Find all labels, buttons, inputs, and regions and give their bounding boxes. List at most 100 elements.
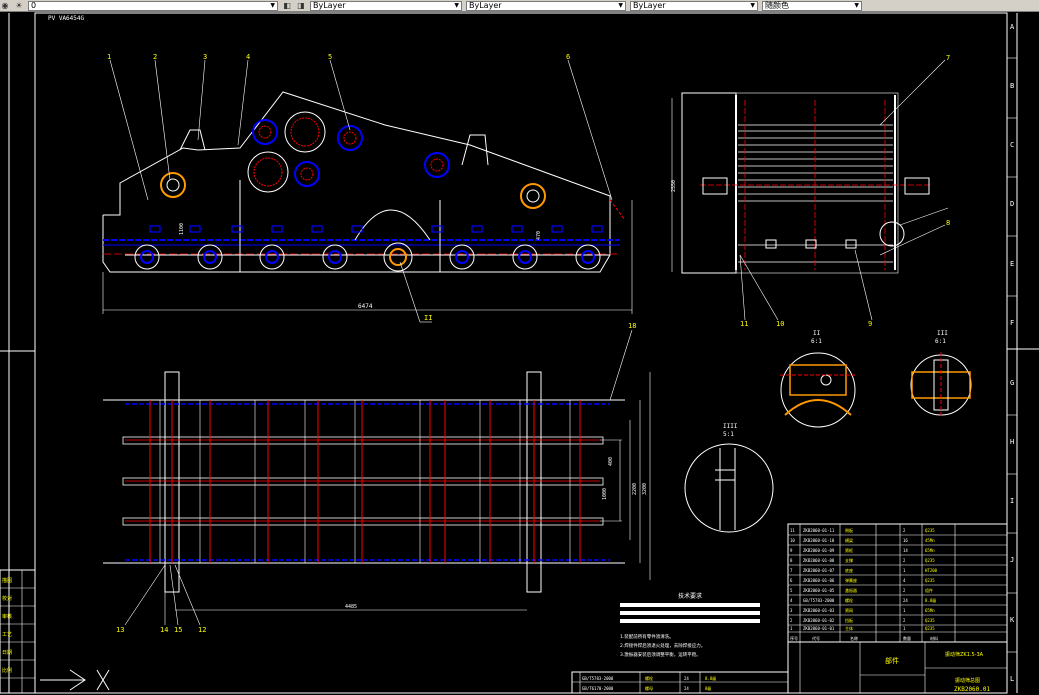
svg-text:2: 2	[903, 558, 906, 563]
svg-text:4: 4	[246, 53, 250, 61]
svg-text:6:1: 6:1	[811, 338, 822, 345]
svg-text:2: 2	[903, 618, 906, 623]
layer-dropdown[interactable]: 0 ▼	[28, 0, 278, 11]
svg-text:8: 8	[790, 558, 793, 563]
svg-text:侧板: 侧板	[845, 527, 853, 533]
svg-text:8.8级: 8.8级	[705, 675, 716, 681]
drawing-canvas[interactable]: PV VA6454G A B C D E F G H I J K L 1 2 3…	[0, 12, 1039, 695]
layer-match-icon[interactable]: ◨	[296, 1, 306, 10]
svg-text:技术要求: 技术要求	[678, 592, 702, 600]
svg-text:H: H	[1010, 438, 1014, 446]
svg-text:14: 14	[903, 548, 908, 553]
svg-text:ZKB2060-01-07: ZKB2060-01-07	[803, 568, 835, 573]
svg-text:ZKB2060-01-02: ZKB2060-01-02	[803, 618, 835, 623]
svg-text:1000: 1000	[602, 488, 608, 500]
svg-text:65Mn: 65Mn	[925, 608, 935, 613]
svg-text:名称: 名称	[850, 635, 858, 641]
svg-text:18: 18	[628, 322, 636, 330]
svg-text:审核: 审核	[2, 613, 12, 620]
svg-text:9: 9	[868, 320, 872, 328]
svg-text:II: II	[813, 330, 821, 337]
svg-text:14: 14	[160, 626, 168, 634]
lineweight-value: ByLayer	[633, 1, 666, 10]
color-dropdown[interactable]: ByLayer ▼	[310, 0, 462, 11]
svg-text:6: 6	[566, 53, 570, 61]
linetype-dropdown[interactable]: ByLayer ▼	[466, 0, 626, 11]
svg-text:45Mn: 45Mn	[925, 538, 935, 543]
svg-text:6: 6	[790, 578, 793, 583]
end-view: 7 8 9 10 11 2550	[671, 54, 950, 328]
svg-text:振动筛总图: 振动筛总图	[955, 677, 980, 684]
svg-text:螺母: 螺母	[645, 685, 653, 691]
bom-table: 11 ZKB2060-01-11 侧板 2 Q235 10 ZKB2060-01-10 横梁…	[787, 523, 1008, 643]
svg-text:HT200: HT200	[925, 568, 938, 573]
svg-text:C: C	[1010, 141, 1014, 149]
svg-text:3.激振器安装后须调整平衡，运转平稳。: 3.激振器安装后须调整平衡，运转平稳。	[620, 651, 701, 658]
dim-length: 6474	[358, 303, 373, 310]
svg-text:L: L	[1010, 675, 1014, 683]
svg-text:ZKB2060-01-08: ZKB2060-01-08	[803, 558, 835, 563]
chevron-down-icon[interactable]: ▼	[618, 2, 623, 9]
svg-text:Q235: Q235	[925, 528, 935, 533]
svg-text:ZKB2060-01-03: ZKB2060-01-03	[803, 608, 835, 613]
svg-text:描图: 描图	[2, 577, 12, 584]
svg-text:7: 7	[790, 568, 793, 573]
detail-views	[684, 352, 972, 533]
title-main: 部件	[885, 656, 899, 665]
svg-text:B: B	[1010, 82, 1014, 90]
svg-text:65Mn: 65Mn	[925, 548, 935, 553]
svg-text:Q235: Q235	[925, 578, 935, 583]
chevron-down-icon[interactable]: ▼	[854, 2, 859, 9]
plotstyle-dropdown[interactable]: 随颜色 ▼	[762, 0, 862, 11]
svg-text:2.焊接件焊后须退火处理，去除焊接应力。: 2.焊接件焊后须退火处理，去除焊接应力。	[620, 642, 705, 649]
svg-text:螺栓: 螺栓	[645, 675, 653, 681]
svg-text:校对: 校对	[2, 595, 12, 602]
svg-text:ZKB2060-01-11: ZKB2060-01-11	[803, 528, 835, 533]
svg-text:5: 5	[790, 588, 793, 593]
svg-text:ZKB2060-01-01: ZKB2060-01-01	[803, 626, 835, 631]
svg-text:15: 15	[174, 626, 182, 634]
layer-previous-icon[interactable]: ◧	[282, 1, 292, 10]
tech-requirements: 技术要求 1.装配前所有零件须清洗。 2.焊接件焊后须退火处理，去除焊接应力。 …	[620, 592, 760, 658]
svg-text:2550: 2550	[671, 180, 677, 192]
svg-text:E: E	[1010, 260, 1014, 268]
plan-view: 4485 400 1000 2200 3200 18 13 14 15 12	[103, 322, 651, 634]
svg-text:8级: 8级	[705, 685, 711, 691]
chevron-down-icon[interactable]: ▼	[750, 2, 755, 9]
svg-text:比例: 比例	[2, 667, 12, 674]
chevron-down-icon[interactable]: ▼	[454, 2, 459, 9]
svg-text:8.8级: 8.8级	[925, 597, 936, 603]
svg-text:12: 12	[198, 626, 206, 634]
svg-text:数量: 数量	[903, 635, 911, 641]
linetype-value: ByLayer	[469, 1, 502, 10]
svg-text:支撑: 支撑	[845, 557, 853, 563]
svg-text:GB/T5783-2000: GB/T5783-2000	[803, 598, 835, 603]
lineweight-dropdown[interactable]: ByLayer ▼	[630, 0, 758, 11]
svg-text:470: 470	[536, 231, 542, 240]
svg-text:挡板: 挡板	[845, 617, 853, 623]
svg-text:24: 24	[903, 598, 908, 603]
svg-text:组件: 组件	[925, 587, 933, 593]
svg-text:400: 400	[608, 457, 614, 466]
svg-text:弹簧座: 弹簧座	[845, 577, 857, 583]
svg-text:GB/T6170-2000: GB/T6170-2000	[582, 686, 614, 691]
sun-icon[interactable]: ☀	[14, 1, 24, 10]
layer-state-icon[interactable]: ◉	[0, 1, 10, 10]
drawing-frame	[34, 12, 1008, 694]
svg-text:I: I	[1010, 497, 1014, 505]
svg-text:激振器: 激振器	[845, 587, 857, 593]
svg-text:F: F	[1010, 319, 1014, 327]
svg-text:11: 11	[740, 320, 748, 328]
svg-text:24: 24	[684, 686, 689, 691]
svg-text:K: K	[1010, 616, 1015, 624]
color-value: ByLayer	[313, 1, 346, 10]
svg-text:1.装配前所有零件须清洗。: 1.装配前所有零件须清洗。	[620, 633, 674, 640]
ucs-icon	[40, 669, 110, 691]
svg-text:9: 9	[790, 548, 793, 553]
svg-text:3200: 3200	[642, 483, 648, 495]
chevron-down-icon[interactable]: ▼	[270, 2, 275, 9]
svg-text:A: A	[1010, 23, 1015, 31]
svg-text:ZKB2060-01-10: ZKB2060-01-10	[803, 538, 835, 543]
svg-text:筛网: 筛网	[845, 607, 853, 613]
svg-text:8: 8	[946, 219, 950, 227]
